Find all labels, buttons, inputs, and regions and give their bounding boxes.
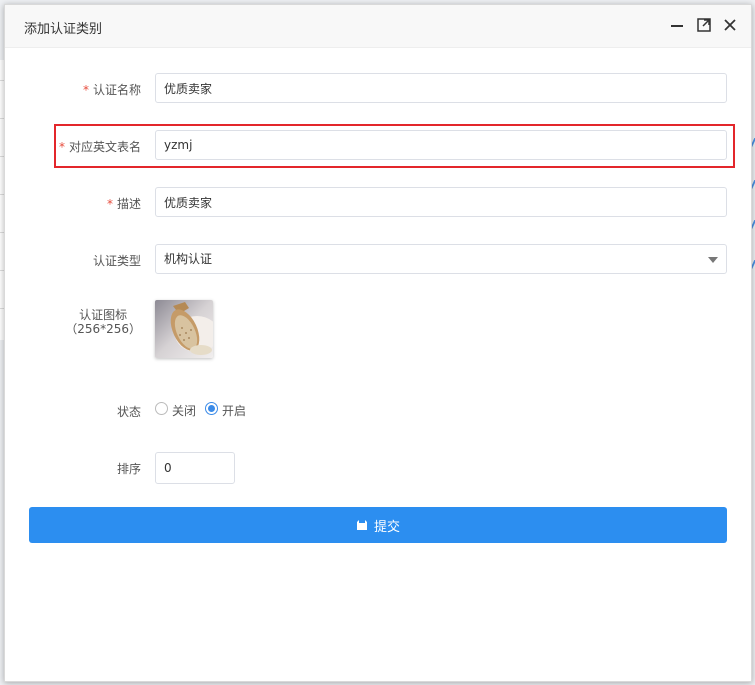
description-input[interactable] xyxy=(155,187,727,217)
required-mark: * xyxy=(106,197,113,211)
dialog-header: 添加认证类别 xyxy=(5,5,751,48)
required-mark: * xyxy=(82,83,89,97)
chevron-down-icon[interactable] xyxy=(708,257,718,263)
maximize-icon[interactable] xyxy=(695,16,713,34)
add-certification-dialog: 添加认证类别 *认证名称 *对应英文表名 *描述 认证类型 机构认证 认证图标 … xyxy=(4,4,752,682)
table-name-label: * 对应英文表名 xyxy=(58,140,141,154)
submit-label: 提交 xyxy=(373,519,400,535)
status-radio-closed[interactable] xyxy=(155,402,168,415)
type-label: 认证类型 xyxy=(92,254,141,268)
description-label: * 描述 xyxy=(106,197,141,211)
name-input[interactable] xyxy=(155,73,727,103)
status-option-closed-label[interactable]: 关闭 xyxy=(172,402,196,419)
status-option-open-label[interactable]: 开启 xyxy=(222,402,246,419)
required-mark: * xyxy=(58,140,65,154)
icon-label-text: 认证图标 xyxy=(79,308,128,322)
name-label: * 认证名称 xyxy=(82,83,141,97)
icon-size-hint: （256*256） xyxy=(65,322,141,336)
save-icon xyxy=(356,520,367,530)
status-radio-open[interactable] xyxy=(205,402,218,415)
icon-thumbnail[interactable] xyxy=(155,300,213,358)
type-selected-value: 机构认证 xyxy=(164,252,213,266)
close-icon[interactable] xyxy=(721,16,739,34)
table-name-input[interactable] xyxy=(155,130,727,160)
sort-input[interactable] xyxy=(155,452,235,484)
status-label: 状态 xyxy=(116,405,141,419)
icon-label: 认证图标 （256*256） xyxy=(65,308,141,336)
type-select[interactable]: 机构认证 xyxy=(155,244,727,274)
minimize-icon[interactable] xyxy=(668,16,686,34)
dialog-title: 添加认证类别 xyxy=(24,22,103,37)
sort-label: 排序 xyxy=(116,462,141,476)
submit-button[interactable]: 提交 xyxy=(29,507,727,543)
